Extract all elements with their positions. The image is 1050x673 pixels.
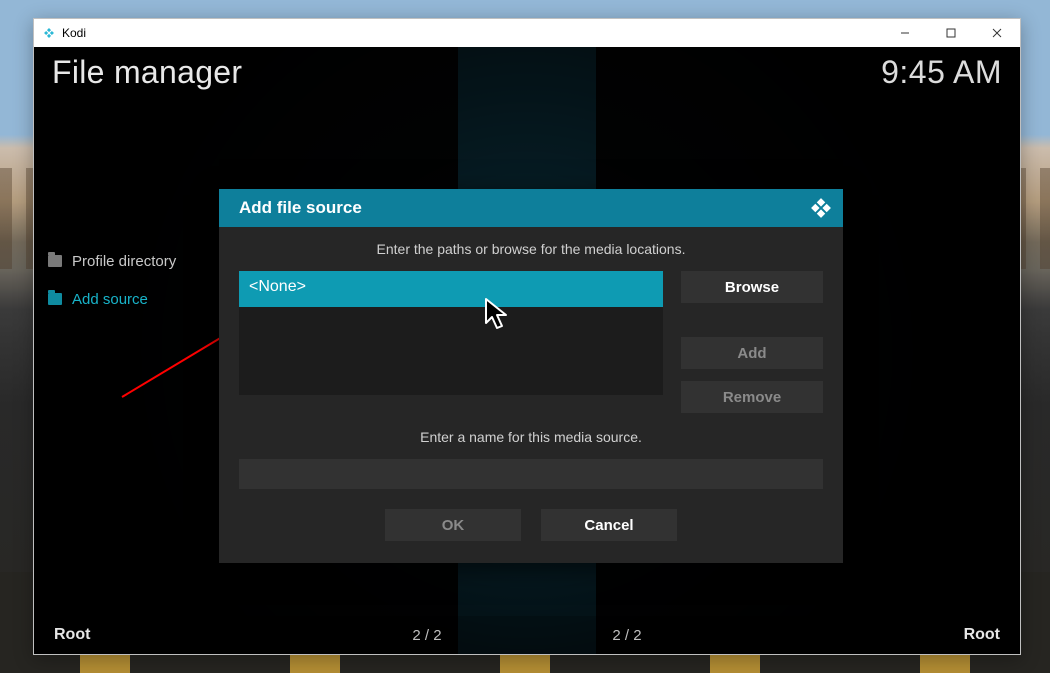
name-hint-text: Enter a name for this media source. <box>239 429 823 445</box>
list-item-add-source[interactable]: Add source <box>46 280 226 318</box>
ok-button[interactable]: OK <box>385 509 521 541</box>
list-item-label: Add source <box>72 291 148 308</box>
status-right-label: Root <box>964 626 1000 644</box>
app-window: Kodi File manager 9:45 AM Profile direct… <box>33 18 1021 655</box>
dialog-header: Add file source <box>219 189 843 227</box>
window-titlebar: Kodi <box>34 19 1020 47</box>
kodi-icon <box>42 26 56 40</box>
path-list[interactable] <box>239 307 663 395</box>
window-title: Kodi <box>62 26 86 40</box>
list-item-label: Profile directory <box>72 253 176 270</box>
browse-button[interactable]: Browse <box>681 271 823 303</box>
kodi-app: File manager 9:45 AM Profile directory A… <box>34 47 1020 654</box>
status-left-page: 2 / 2 <box>327 627 527 644</box>
folder-icon <box>48 293 62 305</box>
name-input[interactable] <box>239 459 823 489</box>
status-bar: Root 2 / 2 2 / 2 Root <box>34 616 1020 654</box>
page-title: File manager <box>52 54 242 91</box>
path-input[interactable]: <None> <box>239 271 663 307</box>
clock: 9:45 AM <box>881 54 1002 91</box>
window-maximize-button[interactable] <box>928 19 974 47</box>
dialog-title: Add file source <box>239 198 362 218</box>
status-left-label: Root <box>54 626 90 644</box>
path-hint-text: Enter the paths or browse for the media … <box>239 241 823 257</box>
folder-icon <box>48 255 62 267</box>
remove-button[interactable]: Remove <box>681 381 823 413</box>
window-minimize-button[interactable] <box>882 19 928 47</box>
cancel-button[interactable]: Cancel <box>541 509 677 541</box>
add-button[interactable]: Add <box>681 337 823 369</box>
kodi-icon <box>809 196 833 220</box>
window-close-button[interactable] <box>974 19 1020 47</box>
file-list: Profile directory Add source <box>46 242 226 318</box>
path-input-value: <None> <box>249 278 306 295</box>
add-file-source-dialog: Add file source Enter the paths or brows… <box>219 189 843 563</box>
list-item-profile-directory[interactable]: Profile directory <box>46 242 226 280</box>
status-right-page: 2 / 2 <box>527 627 727 644</box>
